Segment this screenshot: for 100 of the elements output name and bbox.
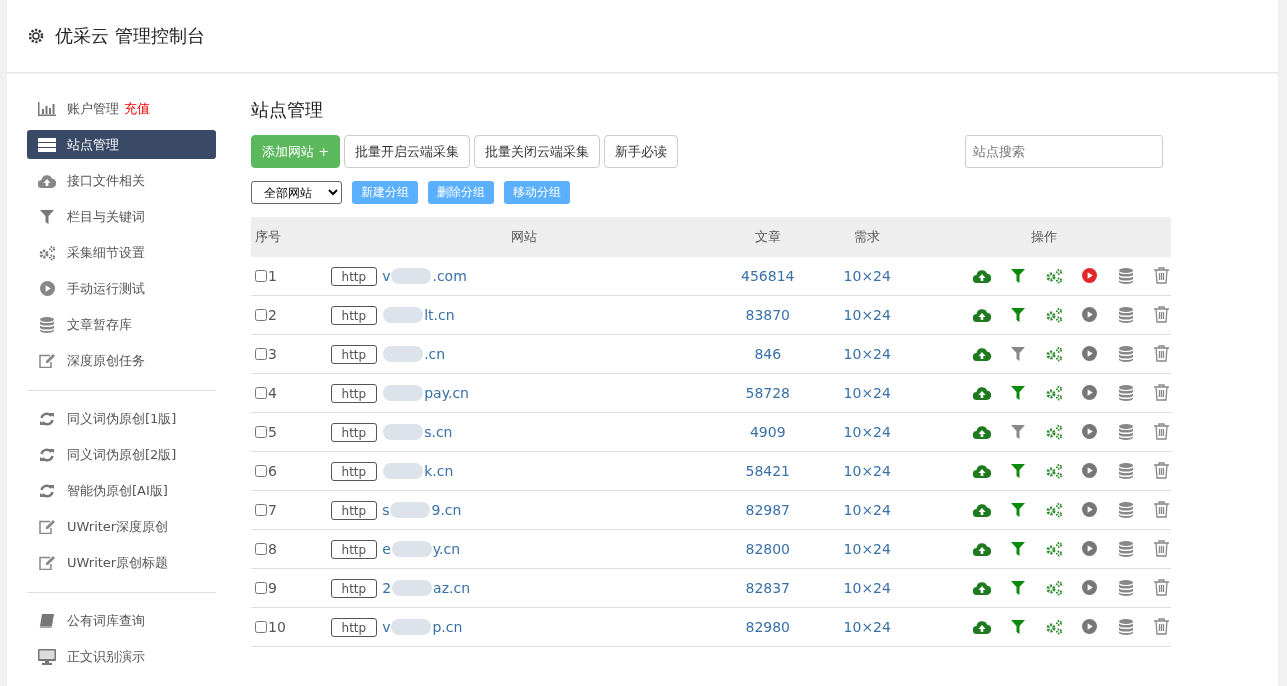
recharge-link[interactable]: 充值	[124, 99, 150, 118]
delete-button[interactable]	[1152, 539, 1171, 558]
row-checkbox[interactable]	[255, 308, 267, 321]
site-domain-start[interactable]: 2	[382, 580, 392, 596]
row-checkbox[interactable]	[255, 425, 267, 438]
run-button[interactable]	[1080, 539, 1099, 558]
site-domain[interactable]: k.cn	[424, 463, 454, 479]
demand-value[interactable]: 10×24	[843, 307, 891, 323]
site-domain[interactable]: s.cn	[424, 424, 453, 440]
row-checkbox[interactable]	[255, 542, 267, 555]
sidebar-item[interactable]: 同义词伪原创[2版]	[27, 440, 216, 469]
article-count[interactable]: 4909	[749, 424, 786, 440]
run-button[interactable]	[1080, 383, 1099, 402]
filter-button[interactable]	[1008, 617, 1027, 636]
sidebar-item[interactable]: 账户管理 充值	[27, 94, 216, 123]
settings-button[interactable]	[1044, 305, 1063, 324]
row-checkbox[interactable]	[255, 386, 267, 399]
delete-button[interactable]	[1152, 344, 1171, 363]
site-domain[interactable]: .com	[432, 268, 467, 284]
article-count[interactable]: 82837	[745, 580, 790, 596]
storage-button[interactable]	[1116, 266, 1135, 285]
demand-value[interactable]: 10×24	[843, 463, 891, 479]
sidebar-item[interactable]: UWriter深度原创	[27, 512, 216, 541]
sidebar-item[interactable]: 接口文件相关	[27, 166, 216, 195]
settings-button[interactable]	[1044, 383, 1063, 402]
delete-button[interactable]	[1152, 266, 1171, 285]
run-button[interactable]	[1080, 305, 1099, 324]
article-count[interactable]: 83870	[745, 307, 790, 323]
storage-button[interactable]	[1116, 461, 1135, 480]
demand-value[interactable]: 10×24	[843, 580, 891, 596]
filter-button[interactable]	[1008, 461, 1027, 480]
storage-button[interactable]	[1116, 383, 1135, 402]
site-domain[interactable]: az.cn	[433, 580, 471, 596]
site-domain-start[interactable]: v	[382, 268, 391, 284]
settings-button[interactable]	[1044, 500, 1063, 519]
row-checkbox[interactable]	[255, 347, 267, 360]
sidebar-item[interactable]: 采集细节设置	[27, 238, 216, 267]
filter-button[interactable]	[1008, 422, 1027, 441]
run-button[interactable]	[1080, 578, 1099, 597]
settings-button[interactable]	[1044, 539, 1063, 558]
article-count[interactable]: 58728	[745, 385, 790, 401]
storage-button[interactable]	[1116, 305, 1135, 324]
row-checkbox[interactable]	[255, 581, 267, 594]
row-checkbox[interactable]	[255, 464, 267, 477]
storage-button[interactable]	[1116, 422, 1135, 441]
filter-button[interactable]	[1008, 578, 1027, 597]
filter-button[interactable]	[1008, 500, 1027, 519]
filter-button[interactable]	[1008, 539, 1027, 558]
article-count[interactable]: 846	[754, 346, 782, 362]
settings-button[interactable]	[1044, 344, 1063, 363]
filter-button[interactable]	[1008, 266, 1027, 285]
filter-button[interactable]	[1008, 383, 1027, 402]
group-select[interactable]: 全部网站	[251, 181, 342, 204]
delete-button[interactable]	[1152, 461, 1171, 480]
article-count[interactable]: 58421	[745, 463, 790, 479]
article-count[interactable]: 82987	[745, 502, 790, 518]
article-count[interactable]: 82800	[745, 541, 790, 557]
article-count[interactable]: 82980	[745, 619, 790, 635]
storage-button[interactable]	[1116, 539, 1135, 558]
site-domain[interactable]: pay.cn	[424, 385, 469, 401]
settings-button[interactable]	[1044, 461, 1063, 480]
row-checkbox[interactable]	[255, 620, 267, 633]
demand-value[interactable]: 10×24	[843, 619, 891, 635]
row-checkbox[interactable]	[255, 503, 267, 516]
storage-button[interactable]	[1116, 344, 1135, 363]
storage-button[interactable]	[1116, 578, 1135, 597]
site-domain[interactable]: .cn	[424, 346, 446, 362]
site-domain[interactable]: y.cn	[432, 541, 461, 557]
site-domain[interactable]: 9.cn	[431, 502, 462, 518]
filter-button[interactable]	[1008, 305, 1027, 324]
delete-button[interactable]	[1152, 422, 1171, 441]
run-button[interactable]	[1080, 422, 1099, 441]
filter-button[interactable]	[1008, 344, 1027, 363]
delete-button[interactable]	[1152, 500, 1171, 519]
storage-button[interactable]	[1116, 617, 1135, 636]
settings-button[interactable]	[1044, 578, 1063, 597]
row-checkbox[interactable]	[255, 269, 267, 282]
site-search-field[interactable]: 站点搜索	[965, 135, 1163, 168]
sidebar-item[interactable]: 手动运行测试	[27, 274, 216, 303]
run-button[interactable]	[1080, 617, 1099, 636]
settings-button[interactable]	[1044, 422, 1063, 441]
demand-value[interactable]: 10×24	[843, 385, 891, 401]
demand-value[interactable]: 10×24	[843, 268, 891, 284]
demand-value[interactable]: 10×24	[843, 502, 891, 518]
demand-value[interactable]: 10×24	[843, 541, 891, 557]
sidebar-item[interactable]: 栏目与关键词	[27, 202, 216, 231]
sidebar-item[interactable]: 文章暂存库	[27, 310, 216, 339]
delete-button[interactable]	[1152, 617, 1171, 636]
run-button[interactable]	[1080, 266, 1099, 285]
site-domain[interactable]: lt.cn	[424, 307, 455, 323]
run-button[interactable]	[1080, 461, 1099, 480]
delete-button[interactable]	[1152, 305, 1171, 324]
site-domain-start[interactable]: s	[382, 502, 390, 518]
demand-value[interactable]: 10×24	[843, 346, 891, 362]
toolbar-button[interactable]: 批量开启云端采集	[344, 135, 471, 168]
delete-button[interactable]	[1152, 578, 1171, 597]
demand-value[interactable]: 10×24	[843, 424, 891, 440]
toolbar-button[interactable]: 批量关闭云端采集	[474, 135, 601, 168]
storage-button[interactable]	[1116, 500, 1135, 519]
sidebar-item[interactable]: UWriter原创标题	[27, 548, 216, 577]
